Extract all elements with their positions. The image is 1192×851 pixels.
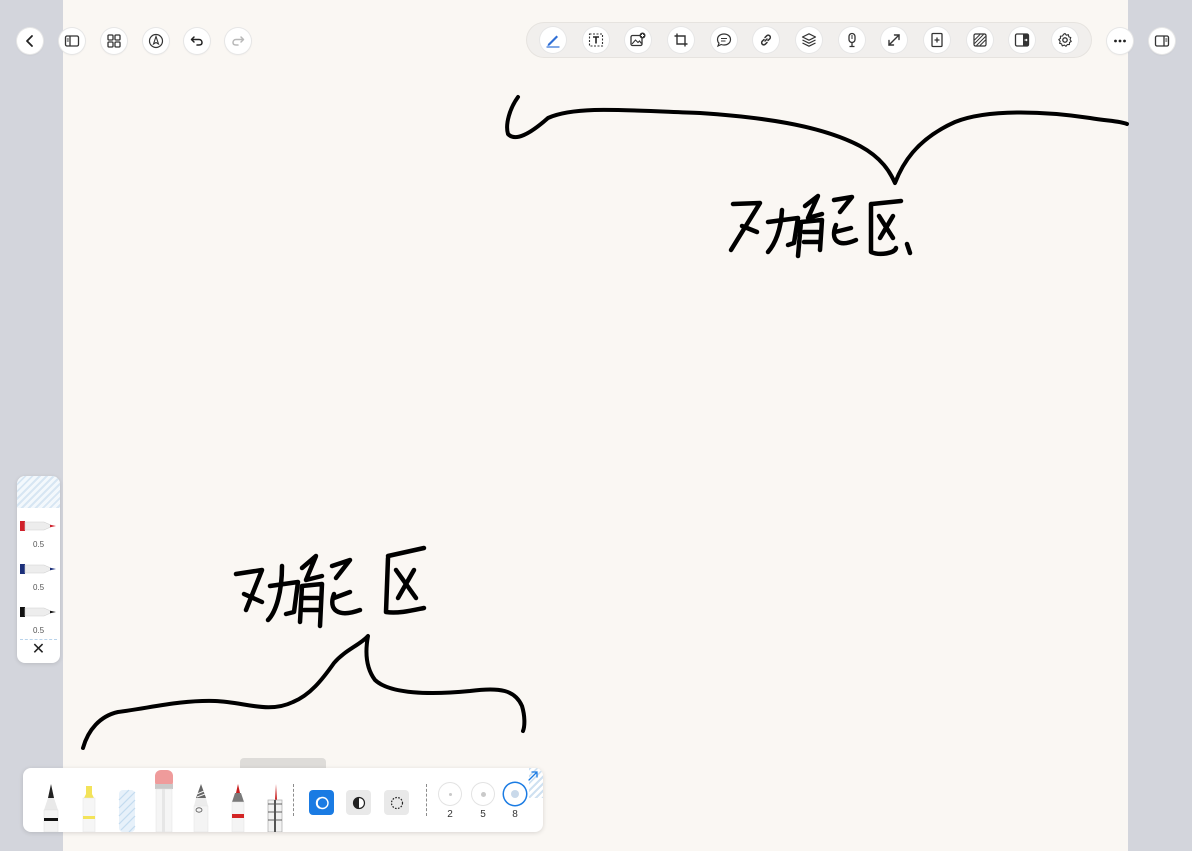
comment-tool[interactable] <box>710 27 737 53</box>
pen-presets-panel: 0.5 0.5 0.5 ✕ <box>17 476 60 663</box>
fill-mode-icon <box>315 796 329 809</box>
pen-nib-button[interactable] <box>143 28 169 54</box>
close-presets-button[interactable]: ✕ <box>17 637 60 661</box>
right-panel-button[interactable] <box>1149 28 1175 54</box>
settings-tool[interactable] <box>1051 27 1078 53</box>
canvas-page[interactable] <box>63 0 1128 851</box>
tray-divider <box>293 784 294 816</box>
eraser-icon[interactable] <box>117 786 137 832</box>
red-marker-icon[interactable] <box>228 784 248 832</box>
image-add-icon <box>630 32 646 47</box>
dashed-circle-icon <box>390 796 403 809</box>
page-add-icon <box>931 32 943 48</box>
layers-tool[interactable] <box>795 27 822 53</box>
more-button[interactable] <box>1107 28 1133 54</box>
expand-icon <box>888 34 900 46</box>
dashed-mode-button[interactable] <box>384 790 409 815</box>
navy-pen-icon <box>20 564 56 574</box>
preset-size-label: 0.5 <box>32 626 45 635</box>
size-label-5: 5 <box>480 809 486 820</box>
text-box-icon <box>588 33 603 47</box>
preset-size-label: 0.5 <box>32 583 45 592</box>
pen-nib-icon <box>148 33 164 49</box>
add-page-tool[interactable] <box>923 27 950 53</box>
crop-tool[interactable] <box>667 27 694 53</box>
presets-header-pattern <box>17 476 60 508</box>
black-pen-icon <box>20 607 56 617</box>
red-pen-icon <box>20 521 56 531</box>
undo-icon <box>190 36 203 46</box>
redo-icon <box>232 36 245 46</box>
contrast-mode-button[interactable] <box>346 790 371 815</box>
redo-button[interactable] <box>225 28 251 54</box>
ruler-pen-icon[interactable] <box>265 784 285 832</box>
pencil-eraser-icon[interactable] <box>153 770 175 832</box>
pen-tray: 2 5 8 <box>23 768 543 832</box>
size-dot-medium <box>480 791 486 797</box>
chevron-left-icon <box>26 35 33 47</box>
back-button[interactable] <box>17 28 43 54</box>
page-grid-button[interactable] <box>101 28 127 54</box>
size-dot-small <box>448 792 452 796</box>
fountain-pen-icon[interactable] <box>191 784 211 832</box>
fill-mode-button[interactable] <box>309 790 334 815</box>
fullscreen-tool[interactable] <box>881 27 908 53</box>
size-dot-large <box>511 790 519 798</box>
crop-icon <box>674 33 688 47</box>
hatch-icon <box>972 33 987 47</box>
gear-icon <box>1058 32 1072 47</box>
expand-arrow-icon[interactable] <box>527 770 539 782</box>
preset-pen-navy[interactable]: 0.5 <box>17 551 60 594</box>
microphone-icon <box>847 32 856 48</box>
preset-size-label: 0.5 <box>32 540 45 549</box>
split-view-tool[interactable] <box>1009 27 1036 53</box>
size-label-2: 2 <box>447 809 453 820</box>
size-option-5[interactable] <box>472 783 494 805</box>
undo-button[interactable] <box>184 28 210 54</box>
more-horizontal-icon <box>1114 39 1126 43</box>
split-view-icon <box>1015 33 1030 47</box>
grid-icon <box>107 34 121 48</box>
main-toolbar <box>527 23 1091 57</box>
comment-icon <box>716 33 731 48</box>
layers-icon <box>801 33 817 47</box>
text-box-tool[interactable] <box>582 27 609 53</box>
insert-image-tool[interactable] <box>625 27 652 53</box>
pen-icon <box>546 35 560 48</box>
link-tool[interactable] <box>753 27 780 53</box>
pattern-tool[interactable] <box>966 27 993 53</box>
size-label-8: 8 <box>512 809 518 820</box>
size-option-8[interactable] <box>504 783 526 805</box>
size-option-2[interactable] <box>439 783 461 805</box>
voice-record-tool[interactable] <box>838 27 865 53</box>
contrast-mode-icon <box>352 796 365 809</box>
pen-tool[interactable] <box>540 27 566 53</box>
preset-pen-black[interactable]: 0.5 <box>17 594 60 637</box>
highlighter-icon[interactable] <box>79 786 99 832</box>
right-panel-icon <box>1154 35 1170 47</box>
sidebar-toggle-button[interactable] <box>59 28 85 54</box>
ballpoint-pen-icon[interactable] <box>41 784 61 832</box>
sidebar-icon <box>64 35 80 47</box>
link-icon <box>761 34 772 46</box>
tray-divider <box>426 784 427 816</box>
preset-pen-red[interactable]: 0.5 <box>17 508 60 551</box>
